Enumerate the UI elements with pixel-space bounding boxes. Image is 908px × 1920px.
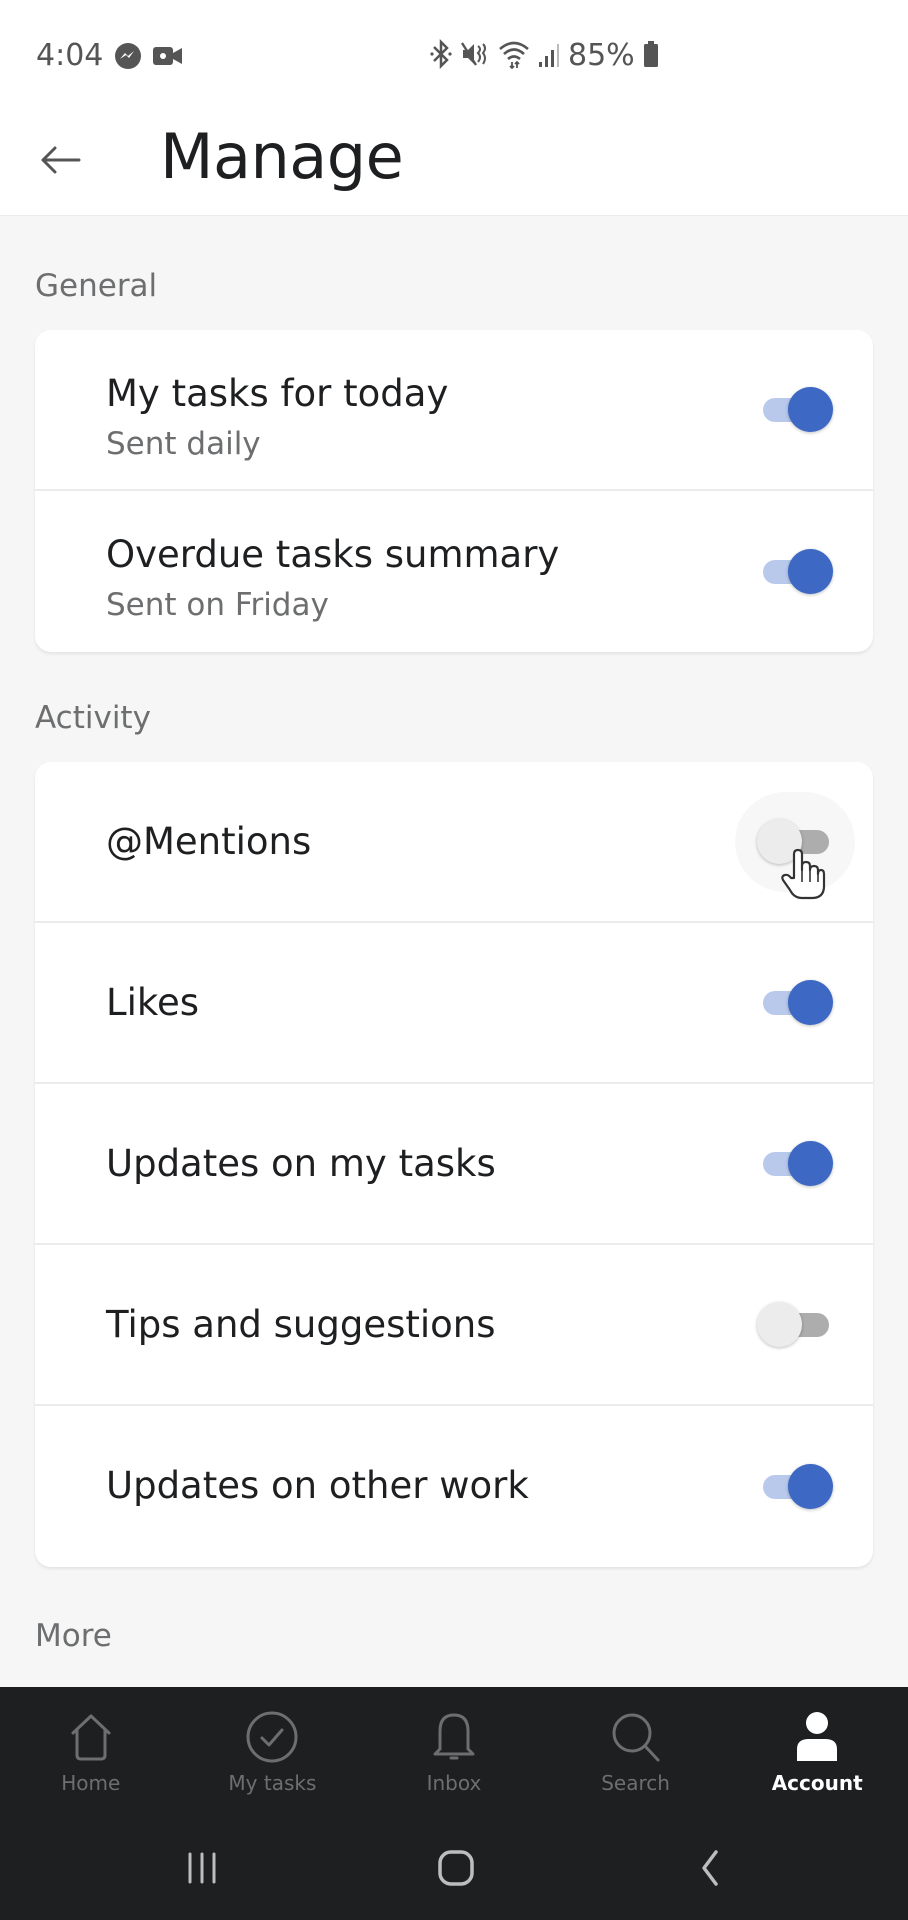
- setting-title: @Mentions: [106, 820, 312, 863]
- messenger-icon: [114, 42, 142, 74]
- battery-icon: [643, 39, 659, 73]
- toggle-tips[interactable]: [757, 1301, 831, 1349]
- bottom-tab-bar: Home My tasks Inbox Search Account: [0, 1687, 908, 1825]
- setting-title: Likes: [106, 981, 200, 1024]
- battery-percent: 85%: [568, 38, 635, 73]
- setting-title: Overdue tasks summary: [106, 533, 560, 576]
- setting-title: Updates on my tasks: [106, 1142, 496, 1185]
- general-settings-card: My tasks for today Sent daily Overdue ta…: [35, 330, 873, 652]
- recents-button[interactable]: [172, 1845, 232, 1895]
- bluetooth-icon: [430, 38, 452, 73]
- video-camera-icon: [152, 42, 184, 74]
- section-label-general: General: [35, 268, 158, 304]
- system-nav-bar: [0, 1825, 908, 1920]
- back-button[interactable]: [36, 138, 84, 186]
- toggle-updates-my-tasks[interactable]: [759, 1140, 833, 1188]
- setting-subtitle: Sent daily: [106, 426, 261, 462]
- toggle-overdue-summary[interactable]: [759, 548, 833, 596]
- tab-search[interactable]: Search: [545, 1687, 727, 1825]
- home-icon: [61, 1709, 121, 1765]
- page-title: Manage: [160, 120, 404, 193]
- status-bar: 4:04 85%: [0, 0, 908, 110]
- signal-icon: [538, 39, 560, 73]
- home-icon: [436, 1848, 476, 1892]
- recents-icon: [184, 1851, 220, 1889]
- system-back-button[interactable]: [680, 1845, 740, 1895]
- back-icon: [696, 1848, 724, 1892]
- setting-title: Tips and suggestions: [106, 1303, 496, 1346]
- tab-label: Inbox: [426, 1771, 482, 1795]
- setting-title: Updates on other work: [106, 1464, 529, 1507]
- tab-label: My tasks: [228, 1771, 317, 1795]
- toggle-likes[interactable]: [759, 979, 833, 1027]
- wifi-icon: [498, 39, 530, 73]
- tab-label: Search: [601, 1771, 670, 1795]
- check-circle-icon: [242, 1709, 302, 1765]
- app-bar: Manage: [0, 110, 908, 216]
- arrow-left-icon: [39, 145, 81, 179]
- tab-inbox[interactable]: Inbox: [363, 1687, 545, 1825]
- toggle-my-tasks-today[interactable]: [759, 386, 833, 434]
- toggle-updates-other-work[interactable]: [759, 1463, 833, 1511]
- tab-account[interactable]: Account: [726, 1687, 908, 1825]
- setting-row-updates-my-tasks[interactable]: Updates on my tasks: [35, 1084, 873, 1245]
- setting-row-updates-other-work[interactable]: Updates on other work: [35, 1406, 873, 1567]
- setting-row-tips[interactable]: Tips and suggestions: [35, 1245, 873, 1406]
- tab-home[interactable]: Home: [0, 1687, 182, 1825]
- status-time: 4:04: [36, 38, 104, 73]
- person-icon: [787, 1709, 847, 1765]
- setting-row-mentions[interactable]: @Mentions: [35, 762, 873, 923]
- mute-vibrate-icon: [460, 39, 490, 73]
- tab-label: Home: [61, 1771, 121, 1795]
- tab-my-tasks[interactable]: My tasks: [182, 1687, 364, 1825]
- section-label-more: More: [35, 1618, 112, 1654]
- setting-title: My tasks for today: [106, 372, 449, 415]
- setting-subtitle: Sent on Friday: [106, 587, 329, 623]
- setting-row-likes[interactable]: Likes: [35, 923, 873, 1084]
- tab-label: Account: [771, 1771, 863, 1795]
- bell-icon: [424, 1709, 484, 1765]
- hand-pointer-cursor-icon: [780, 848, 826, 900]
- system-home-button[interactable]: [426, 1845, 486, 1895]
- search-icon: [606, 1709, 666, 1765]
- section-label-activity: Activity: [35, 700, 151, 736]
- activity-settings-card: @Mentions Likes Updates on my tasks Tips…: [35, 762, 873, 1567]
- setting-row-my-tasks-today[interactable]: My tasks for today Sent daily: [35, 330, 873, 491]
- setting-row-overdue-summary[interactable]: Overdue tasks summary Sent on Friday: [35, 491, 873, 652]
